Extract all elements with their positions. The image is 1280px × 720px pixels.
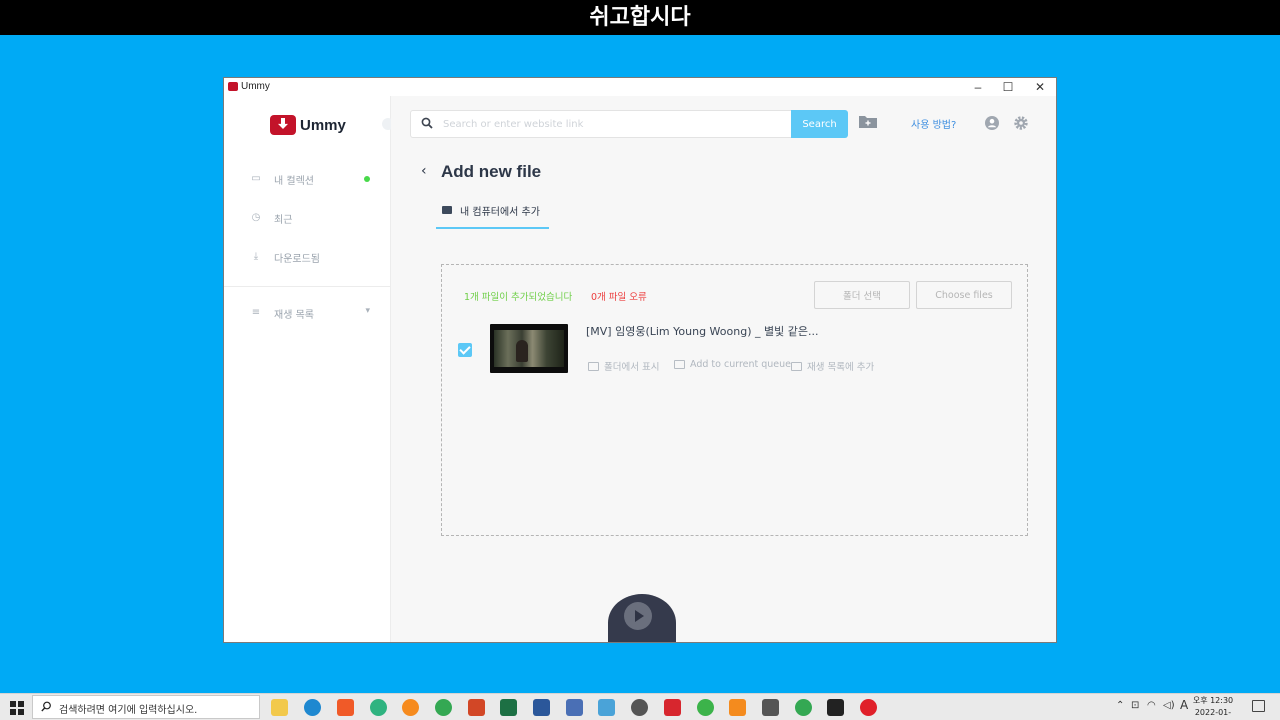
chevron-down-icon[interactable]: ▾ — [365, 306, 370, 316]
window-title-bar: Ummy – ☐ ✕ — [224, 78, 1056, 96]
hwp-icon[interactable] — [566, 699, 583, 716]
action-label: 재생 목록에 추가 — [807, 362, 875, 373]
clock-time: 오후 12:30 — [1192, 696, 1234, 705]
brave-icon[interactable] — [337, 699, 354, 716]
ummy-app-icon — [228, 82, 238, 91]
notification-icon[interactable] — [1252, 700, 1265, 712]
thumbnail-figure — [516, 340, 528, 362]
folder-icon — [442, 206, 452, 214]
close-button[interactable]: ✕ — [1024, 78, 1056, 96]
history-icon: ◷ — [251, 212, 261, 223]
gear-icon[interactable] — [1013, 115, 1029, 131]
search-icon — [41, 701, 51, 712]
show-in-folder-action[interactable]: 폴더에서 표시 — [588, 359, 659, 373]
action-label: 폴더에서 표시 — [604, 362, 660, 373]
file-checkbox[interactable] — [458, 343, 472, 357]
edge-icon[interactable] — [304, 699, 321, 716]
sidebar-item-label: 다운로드됨 — [274, 253, 320, 265]
overlay-caption: 쉬고합시다 — [0, 0, 1280, 35]
network-icon[interactable]: ◠ — [1147, 700, 1156, 711]
tray-chevron-up-icon[interactable]: ⌃ — [1116, 700, 1124, 711]
ummy-window: Ummy – ☐ ✕ Ummy ▭ 내 컬렉션 ◷ 최근 ⤓ 다운로드됨 ≡ 재… — [223, 77, 1057, 643]
taskbar-search-text: 검색하려면 여기에 입력하십시오. — [59, 705, 198, 716]
maximize-button[interactable]: ☐ — [992, 78, 1024, 96]
sticky-notes-icon[interactable] — [827, 699, 844, 716]
remote-desktop-icon[interactable] — [598, 699, 615, 716]
taskbar-search[interactable]: 검색하려면 여기에 입력하십시오. — [32, 695, 260, 719]
sidebar-item-recent[interactable]: ◷ 최근 — [250, 208, 370, 228]
file-title[interactable]: [MV] 임영웅(Lim Young Woong) _ 별빛 같은... — [586, 323, 818, 339]
ummy-logo-icon — [270, 115, 296, 135]
windows-start-icon[interactable] — [10, 701, 24, 715]
search-button[interactable]: Search — [791, 110, 848, 138]
play-icon[interactable] — [624, 602, 652, 630]
tab-label: 내 컴퓨터에서 추가 — [460, 207, 540, 218]
thumbnail-scene — [494, 330, 564, 367]
select-folder-button[interactable]: 폴더 선택 — [814, 281, 910, 309]
playlist-add-icon — [791, 361, 802, 371]
calculator-icon[interactable] — [762, 699, 779, 716]
collection-icon: ▭ — [251, 173, 261, 184]
error-count-message: 0개 파일 오류 — [591, 292, 647, 303]
video-thumbnail[interactable] — [490, 324, 568, 373]
sidebar-item-collection[interactable]: ▭ 내 컬렉션 — [250, 169, 370, 189]
taskbar: 검색하려면 여기에 입력하십시오. ⌃ ⊡ ◠ ◁) A 오후 12:30 20… — [0, 693, 1280, 720]
download-icon: ⤓ — [253, 251, 259, 262]
folder-open-icon — [588, 361, 599, 371]
choose-files-button[interactable]: Choose files — [916, 281, 1012, 309]
chrome-icon[interactable] — [435, 699, 452, 716]
add-to-queue-action[interactable]: Add to current queue — [674, 359, 791, 370]
action-label: Add to current queue — [690, 359, 792, 370]
ime-indicator[interactable]: A — [1180, 698, 1188, 712]
ummy-logo[interactable]: Ummy — [270, 114, 346, 136]
volume-icon[interactable]: ◁) — [1163, 700, 1175, 711]
playlist-icon: ≡ — [251, 307, 261, 318]
firefox-icon[interactable] — [402, 699, 419, 716]
back-arrow-icon[interactable]: ‹ — [421, 163, 427, 179]
sidebar-item-label: 재생 목록 — [274, 309, 314, 321]
search-input[interactable] — [443, 115, 783, 133]
sidebar-item-label: 내 컬렉션 — [274, 175, 314, 187]
tab-add-from-computer[interactable]: 내 컴퓨터에서 추가 — [436, 202, 549, 229]
excel-icon[interactable] — [500, 699, 517, 716]
download-manager-icon[interactable] — [697, 699, 714, 716]
main-content: Search 사용 방법? ‹ Add new file 내 컴퓨터에서 추가 … — [391, 96, 1056, 642]
magnifier-app-icon[interactable] — [631, 699, 648, 716]
whale-icon[interactable] — [370, 699, 387, 716]
se-app-icon[interactable] — [664, 699, 681, 716]
howto-link[interactable]: 사용 방법? — [911, 116, 956, 131]
status-dot — [364, 176, 370, 182]
powerpoint-icon[interactable] — [468, 699, 485, 716]
tray-app-icon[interactable]: ⊡ — [1131, 700, 1139, 711]
window-title: Ummy — [241, 81, 270, 92]
clock-date: 2022-01-23 — [1194, 708, 1232, 717]
file-dropzone[interactable]: 1개 파일이 추가되었습니다 0개 파일 오류 폴더 선택 Choose fil… — [441, 264, 1028, 536]
added-count-message: 1개 파일이 추가되었습니다 — [464, 292, 573, 303]
opera-icon[interactable] — [860, 699, 877, 716]
logo-text: Ummy — [300, 116, 346, 134]
vlc-icon[interactable] — [729, 699, 746, 716]
player-toggle[interactable] — [608, 594, 676, 642]
sidebar-item-downloaded[interactable]: ⤓ 다운로드됨 — [250, 247, 370, 267]
word-icon[interactable] — [533, 699, 550, 716]
sidebar-item-label: 최근 — [274, 214, 293, 226]
taskbar-clock[interactable]: 오후 12:30 2022-01-23 — [1192, 695, 1234, 720]
sidebar: Ummy ▭ 내 컬렉션 ◷ 최근 ⤓ 다운로드됨 ≡ 재생 목록 ▾ — [224, 96, 394, 642]
file-explorer-icon[interactable] — [271, 699, 288, 716]
minimize-button[interactable]: – — [962, 78, 994, 96]
search-box — [410, 110, 792, 138]
sidebar-divider — [224, 286, 391, 287]
chrome-alt-icon[interactable] — [795, 699, 812, 716]
search-icon — [421, 117, 433, 129]
sidebar-item-playlist[interactable]: ≡ 재생 목록 ▾ — [250, 303, 370, 323]
queue-icon — [674, 360, 685, 369]
add-folder-icon[interactable] — [859, 114, 877, 128]
account-icon[interactable] — [985, 116, 999, 130]
page-title: Add new file — [441, 162, 542, 181]
add-to-playlist-action[interactable]: 재생 목록에 추가 — [791, 359, 874, 373]
